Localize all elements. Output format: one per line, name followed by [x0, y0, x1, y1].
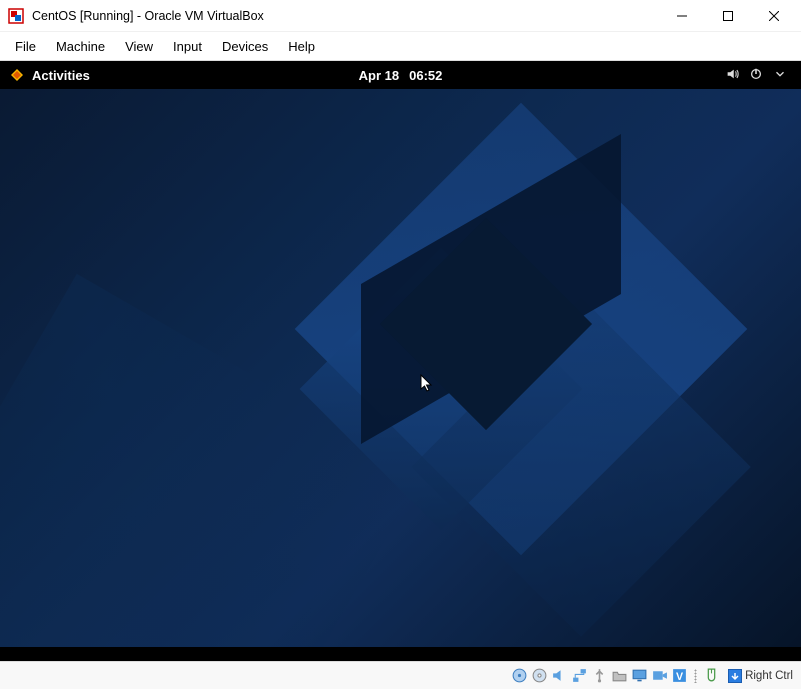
host-key-indicator[interactable]: Right Ctrl: [724, 669, 797, 683]
audio-icon[interactable]: [551, 667, 568, 684]
system-menu[interactable]: [725, 67, 801, 84]
menu-file[interactable]: File: [6, 35, 45, 58]
activities-icon: [10, 68, 24, 82]
hard-disk-icon[interactable]: [511, 667, 528, 684]
svg-text:V: V: [676, 671, 683, 683]
guest-display[interactable]: Activities Apr 18 06:52: [0, 60, 801, 662]
host-key-arrow-icon: [728, 669, 742, 683]
virtualbox-menubar: File Machine View Input Devices Help: [0, 32, 801, 60]
chevron-down-icon: [773, 67, 787, 84]
menu-input[interactable]: Input: [164, 35, 211, 58]
shared-folder-icon[interactable]: [611, 667, 628, 684]
statusbar-separator: [694, 669, 697, 683]
network-icon[interactable]: [571, 667, 588, 684]
activities-button[interactable]: Activities: [10, 68, 90, 83]
minimize-button[interactable]: [659, 1, 705, 31]
window-title: CentOS [Running] - Oracle VM VirtualBox: [32, 9, 659, 23]
usb-icon[interactable]: [591, 667, 608, 684]
menu-help[interactable]: Help: [279, 35, 324, 58]
gnome-top-panel: Activities Apr 18 06:52: [0, 61, 801, 89]
display-icon[interactable]: [631, 667, 648, 684]
menu-machine[interactable]: Machine: [47, 35, 114, 58]
mouse-integration-icon[interactable]: [703, 667, 720, 684]
virtualization-icon[interactable]: V: [671, 667, 688, 684]
host-key-label: Right Ctrl: [745, 670, 793, 682]
panel-date: Apr 18: [359, 68, 399, 83]
virtualbox-statusbar: V Right Ctrl: [0, 662, 801, 689]
maximize-button[interactable]: [705, 1, 751, 31]
gnome-desktop[interactable]: [0, 89, 801, 647]
power-icon: [749, 67, 763, 84]
mouse-cursor-icon: [420, 374, 436, 399]
virtualbox-app-icon: [8, 8, 24, 24]
recording-icon[interactable]: [651, 667, 668, 684]
clock-button[interactable]: Apr 18 06:52: [359, 68, 443, 83]
guest-black-border: [0, 647, 801, 661]
window-titlebar: CentOS [Running] - Oracle VM VirtualBox: [0, 0, 801, 32]
menu-view[interactable]: View: [116, 35, 162, 58]
activities-label: Activities: [32, 68, 90, 83]
optical-disk-icon[interactable]: [531, 667, 548, 684]
volume-icon: [725, 67, 739, 84]
menu-devices[interactable]: Devices: [213, 35, 277, 58]
close-button[interactable]: [751, 1, 797, 31]
window-controls: [659, 1, 797, 31]
panel-time: 06:52: [409, 68, 442, 83]
